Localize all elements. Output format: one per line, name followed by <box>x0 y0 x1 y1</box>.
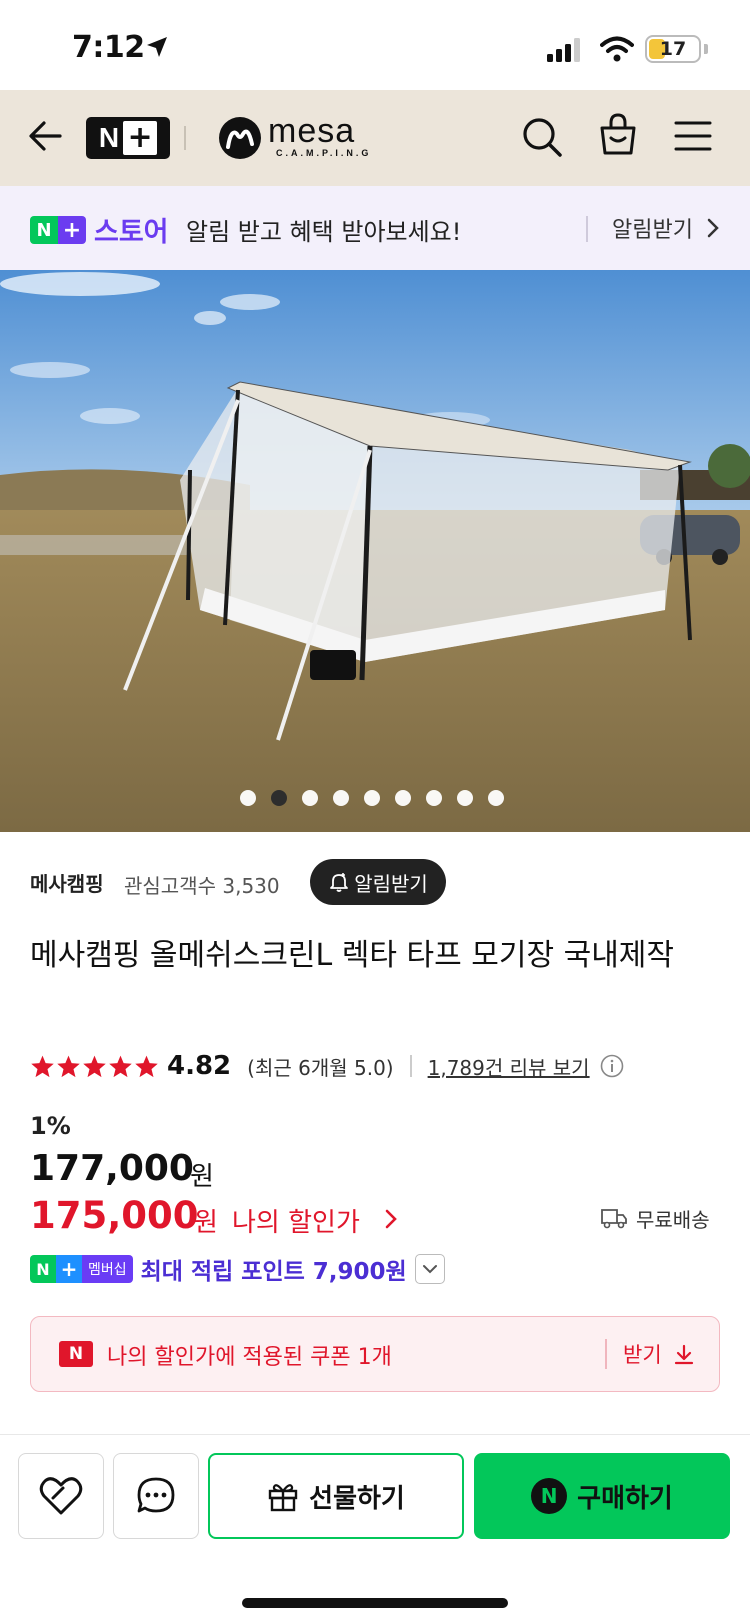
location-arrow-icon <box>147 37 167 57</box>
battery-level: 17 <box>659 38 687 60</box>
talk-talk-button[interactable] <box>113 1453 199 1539</box>
battery-icon: 17 <box>645 35 701 63</box>
original-price-unit: 원 <box>190 1162 214 1192</box>
shopping-bag-icon[interactable] <box>597 112 639 156</box>
gift-button[interactable]: 선물하기 <box>208 1453 464 1539</box>
naver-pay-icon: N <box>531 1478 568 1514</box>
bottom-action-bar: 선물하기 N 구매하기 <box>0 1434 750 1623</box>
star-icon <box>109 1055 132 1077</box>
chat-bubble-icon <box>137 1477 175 1513</box>
carousel-dot[interactable] <box>457 790 473 806</box>
points-expand-button[interactable] <box>414 1254 445 1284</box>
like-button[interactable] <box>18 1453 104 1539</box>
buy-button[interactable]: N 구매하기 <box>474 1453 730 1539</box>
max-points-text: 최대 적립 포인트 7,900원 <box>140 1259 407 1285</box>
carousel-dot[interactable] <box>395 790 411 806</box>
rating-score: 4.82 <box>167 1051 232 1081</box>
status-time: 7:12 <box>72 30 145 65</box>
gift-button-label: 선물하기 <box>309 1483 405 1514</box>
membership-badge-label: 멤버십 <box>82 1255 133 1283</box>
reviews-link[interactable]: 1,789건 리뷰 보기 <box>428 1052 590 1081</box>
brand-subtitle: C.A.M.P.I.N.G <box>276 148 372 158</box>
free-shipping-label: 무료배송 <box>636 1208 710 1232</box>
menu-icon[interactable] <box>673 118 713 154</box>
carousel-dot[interactable] <box>333 790 349 806</box>
star-icon <box>57 1055 80 1077</box>
nplus-store-logo: N + <box>30 216 86 244</box>
status-bar: 7:12 17 <box>0 0 750 90</box>
membership-badge: N + 멤버십 <box>30 1255 133 1283</box>
sale-price-unit: 원 <box>194 1208 218 1238</box>
promo-subscribe-link[interactable]: 알림받기 <box>612 212 693 244</box>
seller-name[interactable]: 메사캠핑 <box>30 868 104 897</box>
coupon-text: 나의 할인가에 적용된 쿠폰 1개 <box>107 1345 392 1370</box>
sale-price: 175,000 <box>30 1194 199 1237</box>
wifi-icon <box>600 36 634 62</box>
seller-followers: 관심고객수 3,530 <box>124 874 280 898</box>
buy-button-label: 구매하기 <box>577 1483 673 1514</box>
nplus-logo[interactable]: N + <box>86 117 170 159</box>
promo-store-label: 스토어 <box>94 217 169 248</box>
star-rating <box>30 1054 159 1079</box>
mesa-logo-icon[interactable] <box>218 116 262 160</box>
promo-text: 알림 받고 혜택 받아보세요! <box>186 218 462 246</box>
info-icon[interactable] <box>600 1054 624 1078</box>
carousel-dot[interactable] <box>426 790 442 806</box>
carousel-dot[interactable] <box>364 790 380 806</box>
brand-wordmark[interactable]: mesa <box>268 112 355 151</box>
coupon-banner[interactable]: N 나의 할인가에 적용된 쿠폰 1개 받기 <box>30 1316 720 1392</box>
seller-follow-label: 알림받기 <box>354 871 428 896</box>
product-photo-tent <box>0 270 750 832</box>
naver-coupon-badge: N <box>59 1341 93 1367</box>
carousel-dot[interactable] <box>302 790 318 806</box>
membership-points-row: N + 멤버십 최대 적립 포인트 7,900원 <box>30 1252 445 1286</box>
product-image[interactable] <box>0 270 750 832</box>
cellular-signal-icon <box>547 38 580 62</box>
notification-promo-bar: N + 스토어 알림 받고 혜택 받아보세요! 알림받기 <box>0 186 750 270</box>
rating-row: 4.82 (최근 6개월 5.0) 1,789건 리뷰 보기 <box>30 1048 624 1084</box>
chevron-right-icon[interactable] <box>706 218 720 238</box>
heart-icon <box>39 1477 83 1515</box>
search-icon[interactable] <box>520 115 564 159</box>
chevron-down-icon <box>422 1265 437 1274</box>
carousel-dot[interactable] <box>240 790 256 806</box>
product-title: 메사캠핑 올메쉬스크린L 렉타 타프 모기장 국내제작 <box>30 938 674 973</box>
store-header: N + mesa C.A.M.P.I.N.G <box>0 90 750 186</box>
star-icon <box>83 1055 106 1077</box>
star-icon <box>135 1055 158 1077</box>
chevron-right-icon[interactable] <box>384 1208 398 1230</box>
discount-rate: 1% <box>30 1112 71 1140</box>
rating-recent: (최근 6개월 5.0) <box>247 1055 394 1080</box>
carousel-dot[interactable] <box>488 790 504 806</box>
seller-follow-button[interactable]: 알림받기 <box>310 859 446 905</box>
download-icon[interactable] <box>673 1343 695 1367</box>
coupon-get-button[interactable]: 받기 <box>623 1339 662 1369</box>
my-discount-price-link[interactable]: 나의 할인가 <box>232 1202 360 1239</box>
bell-plus-icon <box>330 873 349 892</box>
original-price: 177,000 <box>30 1148 194 1189</box>
back-arrow-icon[interactable] <box>26 116 66 156</box>
carousel-pagination[interactable] <box>240 790 504 806</box>
truck-icon <box>601 1209 627 1229</box>
carousel-dot[interactable] <box>271 790 287 806</box>
star-icon <box>31 1055 54 1077</box>
header-divider <box>184 126 186 150</box>
gift-icon <box>268 1484 298 1512</box>
home-indicator <box>242 1598 508 1608</box>
